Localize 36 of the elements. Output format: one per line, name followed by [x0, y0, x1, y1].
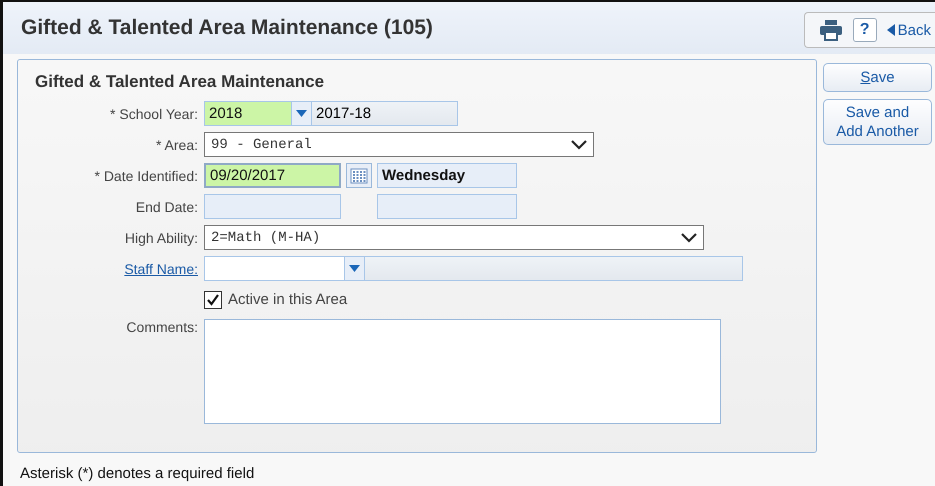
- code-field[interactable]: [204, 256, 345, 281]
- back-button[interactable]: Back: [886, 22, 931, 38]
- description-field: 2017-18: [312, 101, 458, 126]
- required-field-note: Asterisk (*) denotes a required field: [20, 465, 256, 482]
- date-field[interactable]: 09/20/2017: [204, 163, 341, 188]
- checkbox-label: Active in this Area: [228, 291, 348, 308]
- dropdown-button[interactable]: [345, 256, 365, 281]
- field-label: Comments:: [126, 319, 198, 335]
- dropdown-arrow-icon: [296, 110, 307, 117]
- staff-name-link[interactable]: Staff Name:: [124, 260, 198, 276]
- select-field[interactable]: 2=Math (M-HA): [204, 225, 704, 250]
- field-label: End Date:: [136, 198, 198, 214]
- checkbox[interactable]: [204, 290, 222, 308]
- print-button[interactable]: [818, 19, 843, 41]
- back-arrow-icon: [886, 24, 895, 36]
- chevron-down-icon: [571, 140, 587, 150]
- select-field[interactable]: 99 - General: [204, 132, 594, 157]
- date-field[interactable]: [204, 194, 341, 219]
- field-label: * School Year:: [110, 106, 198, 122]
- field-label: High Ability:: [124, 230, 198, 246]
- field-label: * Area:: [156, 136, 198, 152]
- save-button[interactable]: Save: [823, 63, 932, 92]
- field-label: * Date Identified:: [94, 168, 198, 184]
- code-field[interactable]: 2018: [204, 101, 292, 126]
- comments-field[interactable]: [204, 319, 721, 424]
- dropdown-arrow-icon: [349, 265, 360, 272]
- weekday-field: Wednesday: [377, 163, 517, 188]
- help-button[interactable]: ?: [852, 18, 877, 42]
- chevron-down-icon: [681, 232, 697, 242]
- calendar-icon: [350, 168, 368, 184]
- save-and-add-another-button[interactable]: Save and Add Another: [823, 99, 932, 145]
- calendar-button[interactable]: [346, 163, 372, 188]
- printer-icon: [818, 19, 843, 41]
- page-title: Gifted & Talented Area Maintenance (105): [21, 16, 433, 40]
- panel-title: Gifted & Talented Area Maintenance: [35, 72, 326, 92]
- dropdown-button[interactable]: [292, 101, 312, 126]
